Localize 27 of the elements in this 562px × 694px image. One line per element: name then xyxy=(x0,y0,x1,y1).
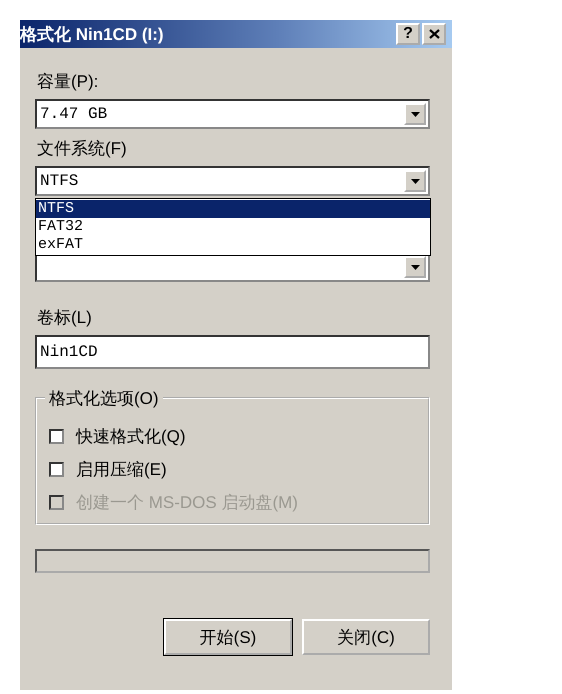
dialog-button[interactable]: 关闭(C) xyxy=(302,619,430,655)
help-button[interactable]: ? xyxy=(396,23,420,45)
checkbox-label: 创建一个 MS-DOS 启动盘(M) xyxy=(76,492,298,514)
dropdown-option[interactable]: NTFS xyxy=(36,200,430,218)
dropdown-button[interactable] xyxy=(404,256,426,278)
dialog-button[interactable]: 开始(S) xyxy=(164,619,292,655)
group-title: 格式化选项(O) xyxy=(45,387,163,410)
volume-label-field[interactable]: Nin1CD xyxy=(35,335,430,369)
caret-icon xyxy=(410,112,420,116)
file-system-label: 文件系统(F) xyxy=(37,138,128,160)
dropdown-option[interactable]: FAT32 xyxy=(36,218,430,236)
dropdown-button[interactable] xyxy=(404,103,426,125)
close-button[interactable] xyxy=(422,23,446,45)
capacity-label: 容量(P): xyxy=(37,71,100,93)
capacity-dropdown[interactable]: 7.47 GB xyxy=(35,99,430,129)
checkbox[interactable] xyxy=(49,462,64,477)
window-title: 格式化 Nin1CD (I:) xyxy=(20,24,164,46)
dropdown-option[interactable]: exFAT xyxy=(36,236,430,254)
caret-icon xyxy=(410,264,420,270)
checkbox-label: 启用压缩(E) xyxy=(76,459,167,481)
checkbox[interactable] xyxy=(49,429,64,444)
caret-icon xyxy=(410,178,420,184)
close-icon xyxy=(428,29,440,39)
file-system-dropdown[interactable]: NTFS xyxy=(35,166,430,196)
dropdown-button[interactable] xyxy=(404,170,426,192)
checkbox-label: 快速格式化(Q) xyxy=(76,426,186,448)
volume-label-label: 卷标(L) xyxy=(37,307,93,329)
